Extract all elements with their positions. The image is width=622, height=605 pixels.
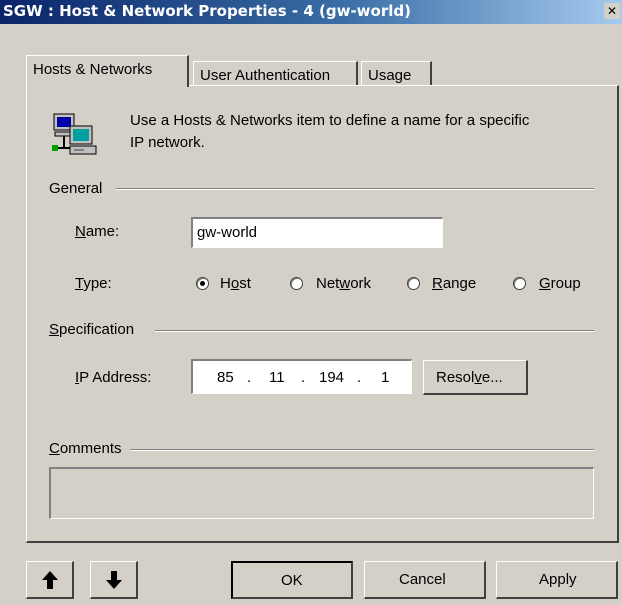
tab-label: User Authentication — [200, 67, 331, 84]
radio-range[interactable] — [407, 277, 420, 290]
ip-octet-4[interactable]: 1 — [381, 369, 389, 386]
radio-group[interactable] — [513, 277, 526, 290]
close-icon[interactable]: ✕ — [604, 3, 620, 19]
comments-divider — [130, 449, 594, 451]
ip-address-label: IP Address: — [75, 369, 152, 386]
ip-dot: . — [301, 369, 306, 386]
cancel-button[interactable]: Cancel — [364, 561, 486, 599]
name-label: Name: — [75, 223, 120, 240]
radio-group-label[interactable]: Group — [539, 275, 581, 292]
move-up-button[interactable] — [26, 561, 74, 599]
radio-host-label[interactable]: Host — [220, 275, 251, 292]
comments-field[interactable] — [49, 467, 594, 519]
ip-dot: . — [247, 369, 252, 386]
move-down-button[interactable] — [90, 561, 138, 599]
tab-label: Usage — [368, 67, 412, 84]
apply-button[interactable]: Apply — [496, 561, 618, 599]
ip-octet-2[interactable]: 11 — [269, 369, 285, 386]
arrow-down-icon — [106, 571, 122, 589]
apply-button-label: Apply — [539, 571, 577, 588]
arrow-up-icon — [42, 571, 58, 589]
name-input-value: gw-world — [197, 224, 258, 241]
name-input[interactable]: gw-world — [191, 217, 443, 248]
general-heading: General — [49, 180, 103, 197]
tab-user-authentication[interactable]: User Authentication — [193, 61, 358, 86]
title-bar[interactable]: SGW : Host & Network Properties - 4 (gw-… — [0, 0, 622, 24]
radio-network[interactable] — [290, 277, 303, 290]
radio-host[interactable] — [196, 277, 209, 290]
comments-heading: Comments — [49, 440, 122, 457]
resolve-button-label: Resolve... — [436, 369, 503, 386]
tab-hosts-networks[interactable]: Hosts & Networks — [26, 55, 189, 87]
window-title: SGW : Host & Network Properties - 4 (gw-… — [3, 2, 411, 20]
specification-heading: Specification — [49, 321, 135, 338]
intro-text-line2: IP network. — [130, 134, 205, 151]
tab-usage[interactable]: Usage — [361, 61, 432, 86]
tab-label: Hosts & Networks — [33, 61, 153, 78]
radio-range-label[interactable]: Range — [432, 275, 476, 292]
intro-text-line1: Use a Hosts & Networks item to define a … — [130, 112, 530, 129]
general-divider — [116, 188, 594, 190]
properties-dialog: SGW : Host & Network Properties - 4 (gw-… — [0, 0, 622, 605]
cancel-button-label: Cancel — [399, 571, 446, 588]
resolve-button[interactable]: Resolve... — [423, 360, 528, 395]
network-computers-icon — [50, 110, 100, 160]
specification-divider — [155, 330, 594, 332]
ok-button-label: OK — [281, 572, 303, 589]
type-label: Type: — [75, 275, 112, 292]
radio-network-label[interactable]: Network — [316, 275, 371, 292]
ip-octet-3[interactable]: 194 — [319, 369, 344, 386]
ip-dot: . — [357, 369, 362, 386]
ip-octet-1[interactable]: 85 — [217, 369, 234, 386]
ok-button[interactable]: OK — [231, 561, 353, 599]
ip-address-input[interactable]: 85 . 11 . 194 . 1 — [191, 359, 412, 394]
